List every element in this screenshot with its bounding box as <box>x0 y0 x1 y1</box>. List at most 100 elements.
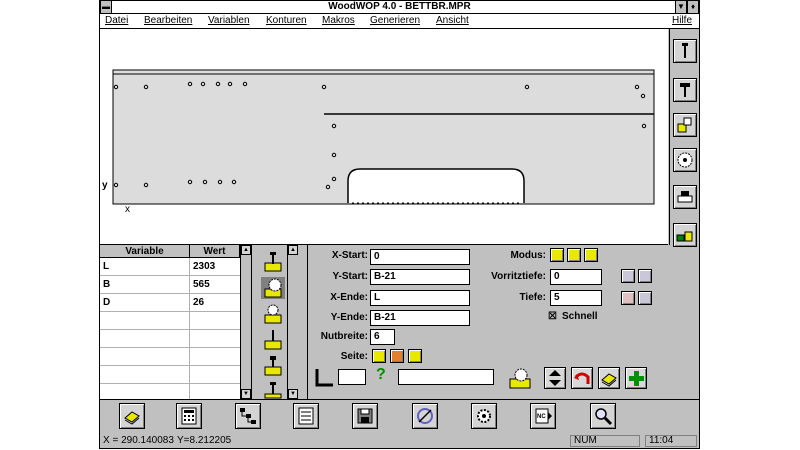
material-pieces-icon[interactable] <box>673 223 697 247</box>
seite-left-button[interactable] <box>372 349 386 363</box>
option-icon-3[interactable] <box>621 291 635 305</box>
right-toolbar <box>669 29 699 399</box>
drawing-canvas[interactable]: y x <box>100 29 668 245</box>
menu-makros[interactable]: Makros <box>322 14 355 28</box>
svg-text:NC: NC <box>537 414 546 420</box>
table-row[interactable] <box>100 312 240 330</box>
schnell-label: Schnell <box>562 311 598 322</box>
menu-konturen[interactable]: Konturen <box>266 14 307 28</box>
menu-datei[interactable]: Datei <box>105 14 128 28</box>
cut-icon[interactable] <box>412 403 438 429</box>
scroll-down-arrow[interactable]: ▼ <box>288 389 298 399</box>
variable-table-scrollbar[interactable]: ▲ ▼ <box>241 245 252 399</box>
pocket-macro-icon[interactable] <box>261 355 285 377</box>
variable-name: D <box>100 294 190 312</box>
empty-cell <box>100 366 190 384</box>
groove-macro-icon[interactable] <box>261 303 285 325</box>
y-coordinate: Y=8.212205 <box>177 435 232 446</box>
modus-button-3[interactable] <box>584 248 598 262</box>
option-icon-1[interactable] <box>621 269 635 283</box>
table-row[interactable] <box>100 330 240 348</box>
modus-button-2[interactable] <box>567 248 581 262</box>
x-start-label: X-Start: <box>331 250 368 261</box>
help-question-icon[interactable]: ? <box>376 366 386 384</box>
book-icon[interactable] <box>119 403 145 429</box>
option-icon-2[interactable] <box>638 269 652 283</box>
menu-generieren[interactable]: Generieren <box>370 14 420 28</box>
list-icon[interactable] <box>293 403 319 429</box>
x-coordinate: X = 290.140083 <box>103 435 174 446</box>
y-start-label: Y-Start: <box>332 271 368 282</box>
modus-label: Modus: <box>510 250 546 261</box>
option-icon-4[interactable] <box>638 291 652 305</box>
title-bar: ▬ WoodWOP 4.0 - BETTBR.MPR ▼ ♦ <box>100 1 699 14</box>
zoom-icon[interactable] <box>590 403 616 429</box>
drill-macro-icon[interactable] <box>261 251 285 273</box>
seite-label: Seite: <box>340 351 368 362</box>
x-start-input[interactable]: 0 <box>370 249 470 265</box>
x-ende-label: X-Ende: <box>330 292 368 303</box>
add-button[interactable] <box>625 367 647 389</box>
disk-icon[interactable] <box>352 403 378 429</box>
seite-right-button[interactable] <box>408 349 422 363</box>
horizontal-drill-icon[interactable] <box>673 113 697 137</box>
scroll-down-arrow[interactable]: ▼ <box>241 389 251 399</box>
scroll-up-arrow[interactable]: ▲ <box>288 245 298 255</box>
vorritztiefe-input[interactable]: 0 <box>550 269 602 285</box>
y-ende-input[interactable]: B-21 <box>370 310 470 326</box>
menu-variablen[interactable]: Variablen <box>208 14 250 28</box>
variable-name: L <box>100 258 190 276</box>
saw-blade-icon[interactable] <box>673 148 697 172</box>
nc-icon[interactable]: NC <box>530 403 556 429</box>
app-window: ▬ WoodWOP 4.0 - BETTBR.MPR ▼ ♦ Datei Bea… <box>99 0 700 449</box>
table-row[interactable]: B 565 <box>100 276 240 294</box>
table-row[interactable] <box>100 366 240 384</box>
column-header-variable[interactable]: Variable <box>100 245 190 258</box>
status-bar: X = 290.140083 Y=8.212205 NUM 11:04 <box>100 434 699 448</box>
tiefe-input[interactable]: 5 <box>550 290 602 306</box>
table-row[interactable]: D 26 <box>100 294 240 312</box>
tiefe-label: Tiefe: <box>519 292 547 303</box>
column-header-wert[interactable]: Wert <box>190 245 240 258</box>
machine-icon[interactable] <box>673 185 697 209</box>
menu-ansicht[interactable]: Ansicht <box>436 14 469 28</box>
macro-preview-icon[interactable] <box>508 366 532 390</box>
undo-button[interactable] <box>571 367 593 389</box>
variable-table: Variable Wert L 2303 B 565 D 26 <box>100 245 241 402</box>
vertical-drill-icon[interactable] <box>673 39 697 63</box>
nutbreite-input[interactable]: 6 <box>370 329 395 345</box>
menu-bar: Datei Bearbeiten Variablen Konturen Makr… <box>100 14 699 29</box>
table-row[interactable]: L 2303 <box>100 258 240 276</box>
scroll-up-arrow[interactable]: ▲ <box>241 245 251 255</box>
macro-strip-scrollbar[interactable]: ▲ ▼ <box>287 245 298 399</box>
maximize-button[interactable]: ♦ <box>687 1 699 13</box>
schnell-checkbox[interactable]: ☒ <box>548 312 558 322</box>
x-axis-label: x <box>125 204 130 215</box>
modus-button-1[interactable] <box>550 248 564 262</box>
screw-drill-icon[interactable] <box>673 78 697 102</box>
variable-value: 2303 <box>193 261 216 272</box>
table-row[interactable] <box>100 348 240 366</box>
groove-parameter-form: X-Start: 0 Y-Start: B-21 X-Ende: L Y-End… <box>307 245 670 399</box>
num-lock-indicator: NUM <box>570 435 640 447</box>
macro-icon-strip: ▲ ▼ <box>252 245 298 399</box>
comment-input[interactable] <box>398 369 494 385</box>
clock: 11:04 <box>645 435 697 447</box>
reference-input[interactable] <box>338 369 366 385</box>
up-down-arrows-button[interactable] <box>544 367 566 389</box>
menu-bearbeiten[interactable]: Bearbeiten <box>144 14 192 28</box>
calculator-icon[interactable] <box>176 403 202 429</box>
empty-cell <box>100 330 190 348</box>
y-start-input[interactable]: B-21 <box>370 269 470 285</box>
minimize-button[interactable]: ▼ <box>675 1 687 13</box>
saw-macro-icon[interactable] <box>261 277 285 299</box>
menu-hilfe[interactable]: Hilfe <box>672 14 692 28</box>
gear-tool-icon[interactable] <box>471 403 497 429</box>
x-ende-input[interactable]: L <box>370 290 470 306</box>
mill-macro-icon[interactable] <box>261 329 285 351</box>
tree-icon[interactable] <box>235 403 261 429</box>
seite-center-button[interactable] <box>390 349 404 363</box>
bottom-toolbar: NC <box>100 399 699 435</box>
book-button[interactable] <box>598 367 620 389</box>
corner-icon <box>315 369 333 387</box>
